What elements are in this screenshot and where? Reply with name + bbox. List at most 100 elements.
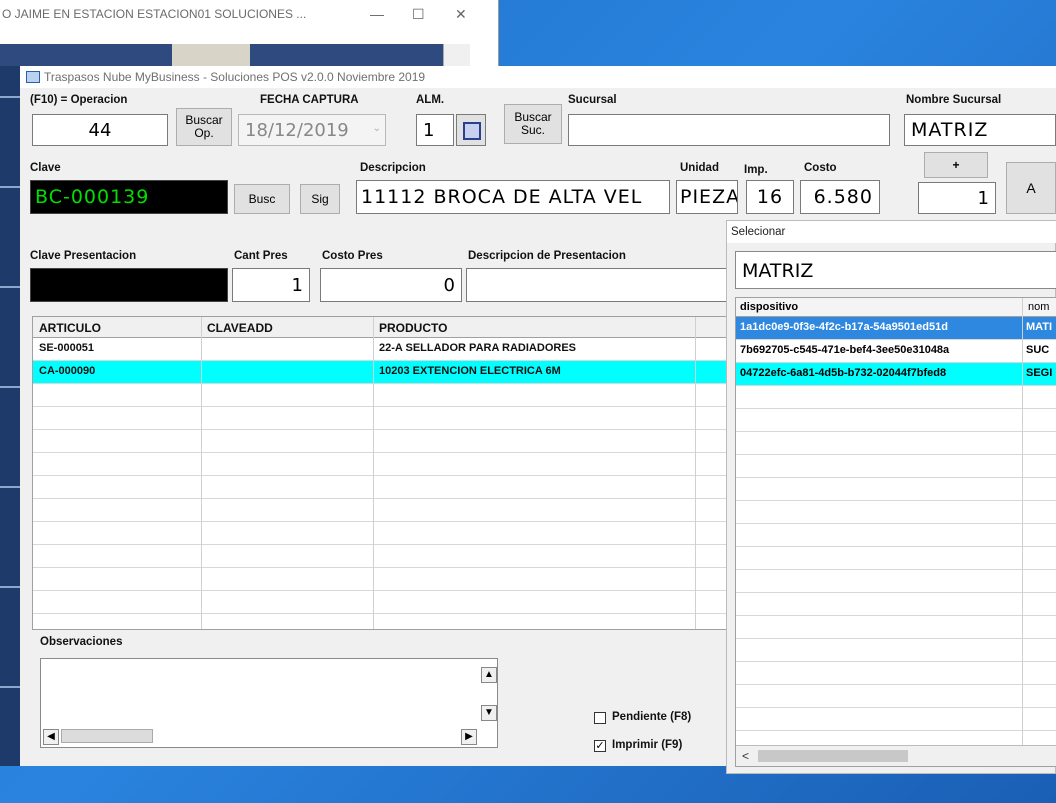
minimize-icon[interactable]: —	[370, 6, 384, 22]
table-row[interactable]	[33, 384, 731, 407]
clave-presentacion-input[interactable]	[30, 268, 228, 302]
column-header-claveadd[interactable]: CLAVEADD	[207, 321, 273, 335]
list-item	[736, 432, 1056, 455]
unidad-label: Unidad	[680, 162, 719, 174]
descripcion-presentacion-input[interactable]	[466, 268, 730, 302]
selecionar-dialog: Selecionar MATRIZ dispositivo nom 1a1dc0…	[726, 220, 1056, 774]
list-item	[736, 639, 1056, 662]
table-header: ARTICULO CLAVEADD PRODUCTO	[33, 317, 731, 338]
column-header-nombre[interactable]: nom	[1028, 301, 1049, 313]
unidad-input[interactable]: PIEZA	[676, 180, 738, 214]
list-item[interactable]: 04722efc-6a81-4d5b-b732-02044f7bfed8 SEG…	[736, 363, 1056, 386]
table-row[interactable]	[33, 453, 731, 476]
list-item	[736, 455, 1056, 478]
horizontal-scroll-thumb[interactable]	[758, 750, 908, 762]
descripcion-presentacion-label: Descripcion de Presentacion	[468, 250, 626, 262]
table-row[interactable]	[33, 430, 731, 453]
table-row[interactable]	[33, 476, 731, 499]
observaciones-label: Observaciones	[40, 636, 123, 648]
dialog-search-input[interactable]: MATRIZ	[735, 251, 1056, 289]
fecha-picker[interactable]: 18/12/2019 ⌄	[238, 114, 386, 146]
horizontal-scroll-thumb[interactable]	[61, 729, 153, 743]
costo-label: Costo	[804, 162, 837, 174]
sucursal-input[interactable]	[568, 114, 890, 146]
chevron-down-icon[interactable]: ⌄	[373, 123, 381, 134]
pendiente-checkbox[interactable]	[594, 712, 606, 724]
column-header-dispositivo[interactable]: dispositivo	[740, 301, 798, 313]
list-item	[736, 662, 1056, 685]
sig-button[interactable]: Sig	[300, 184, 340, 214]
dialog-list-header: dispositivo nom	[736, 298, 1056, 317]
column-divider	[201, 317, 202, 629]
title-bar: Traspasos Nube MyBusiness - Soluciones P…	[20, 66, 1056, 88]
cell-producto: 22-A SELLADOR PARA RADIADORES	[379, 342, 576, 354]
cell-producto: 10203 EXTENCION ELECTRICA 6M	[379, 365, 561, 377]
nombre-sucursal-input[interactable]: MATRIZ	[904, 114, 1056, 146]
plus-button[interactable]: +	[924, 152, 988, 178]
table-row[interactable]	[33, 568, 731, 591]
grid-picker-icon[interactable]	[456, 114, 486, 146]
imp-label: Imp.	[744, 164, 768, 176]
items-table[interactable]: ARTICULO CLAVEADD PRODUCTO SE-000051 22-…	[32, 316, 732, 630]
scroll-up-icon[interactable]: ▲	[481, 667, 497, 683]
scrollbar[interactable]	[443, 44, 470, 66]
background-window: O JAIME EN ESTACION ESTACION01 SOLUCIONE…	[0, 0, 499, 66]
clave-input[interactable]: BC-000139	[30, 180, 228, 214]
dialog-title: Selecionar	[731, 226, 786, 238]
scroll-left-icon[interactable]: ◀	[43, 729, 59, 745]
list-item	[736, 386, 1056, 409]
fecha-label: FECHA CAPTURA	[260, 94, 359, 106]
window-title: Traspasos Nube MyBusiness - Soluciones P…	[44, 70, 426, 84]
scroll-down-icon[interactable]: ▼	[481, 705, 497, 721]
list-item	[736, 478, 1056, 501]
scroll-left-icon[interactable]: <	[742, 749, 749, 763]
maximize-icon[interactable]: ☐	[412, 6, 425, 23]
list-item	[736, 616, 1056, 639]
column-header-articulo[interactable]: ARTICULO	[39, 321, 101, 335]
close-icon[interactable]: ✕	[455, 6, 467, 23]
buscar-suc-button[interactable]: Buscar Suc.	[504, 104, 562, 144]
descripcion-label: Descripcion	[360, 162, 426, 174]
operacion-input[interactable]: 44	[32, 114, 168, 146]
list-item	[736, 524, 1056, 547]
dialog-title-bar: Selecionar	[727, 221, 1056, 243]
app-icon	[26, 71, 40, 83]
list-item	[736, 708, 1056, 731]
clave-presentacion-label: Clave Presentacion	[30, 250, 137, 262]
table-row[interactable]	[33, 407, 731, 430]
alm-input[interactable]: 1	[416, 114, 454, 146]
table-row[interactable]: SE-000051 22-A SELLADOR PARA RADIADORES	[33, 338, 731, 361]
table-row[interactable]	[33, 591, 731, 614]
horizontal-scrollbar[interactable]: <	[736, 745, 1056, 766]
column-divider	[1022, 298, 1023, 766]
nombre-sucursal-label: Nombre Sucursal	[906, 94, 1002, 106]
list-item	[736, 593, 1056, 616]
cantidad-input[interactable]: 1	[918, 182, 996, 214]
list-item[interactable]: 7b692705-c545-471e-bef4-3ee50e31048a SUC	[736, 340, 1056, 363]
logo-icon	[172, 44, 250, 66]
buscar-op-button[interactable]: Buscar Op.	[176, 108, 232, 146]
observaciones-textarea[interactable]: ▲ ▼ ◀ ▶	[40, 658, 498, 748]
column-header-producto[interactable]: PRODUCTO	[379, 321, 447, 335]
table-row[interactable]	[33, 545, 731, 568]
table-row[interactable]	[33, 522, 731, 545]
list-item	[736, 570, 1056, 593]
busc-button[interactable]: Busc	[234, 184, 290, 214]
dialog-list[interactable]: dispositivo nom 1a1dc0e9-0f3e-4f2c-b17a-…	[735, 297, 1056, 767]
imp-input[interactable]: 16	[746, 180, 794, 214]
background-window-edge	[0, 66, 20, 766]
descripcion-input[interactable]: 11112 BROCA DE ALTA VEL	[356, 180, 670, 214]
cant-pres-input[interactable]: 1	[232, 268, 310, 302]
list-item	[736, 685, 1056, 708]
list-item-selected[interactable]: 1a1dc0e9-0f3e-4f2c-b17a-54a9501ed51d MAT…	[736, 317, 1056, 340]
table-row[interactable]	[33, 499, 731, 522]
background-toolbar	[0, 44, 470, 66]
costo-input[interactable]: 6.580	[800, 180, 880, 214]
imprimir-checkbox[interactable]: ✓	[594, 740, 606, 752]
scroll-right-icon[interactable]: ▶	[461, 729, 477, 745]
table-row-selected[interactable]: CA-000090 10203 EXTENCION ELECTRICA 6M	[33, 361, 731, 384]
cant-pres-label: Cant Pres	[234, 250, 288, 262]
add-button[interactable]: A	[1006, 162, 1056, 214]
cell-articulo: SE-000051	[39, 342, 95, 354]
costo-pres-input[interactable]: 0	[320, 268, 462, 302]
